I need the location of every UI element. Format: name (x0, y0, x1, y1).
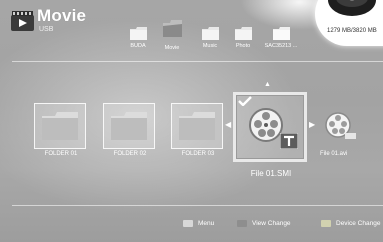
top-folder-label: SAC35213 ... (264, 43, 298, 49)
film-reel-icon (325, 112, 356, 139)
page-title: Movie (37, 6, 87, 25)
selected-file-tile[interactable] (233, 92, 307, 162)
footer-device-change[interactable]: Device Change (321, 220, 380, 227)
folder-tile-03[interactable] (171, 103, 225, 152)
storage-usage: 1279 MB/3820 MB (325, 27, 379, 35)
arrow-left-icon[interactable]: ◀ (225, 121, 231, 129)
file-label: File 01.avi (320, 151, 348, 157)
folder-tile-01[interactable] (34, 103, 88, 152)
top-folder-music[interactable]: Music (193, 27, 227, 49)
color-key-icon (237, 220, 247, 227)
folder-icon (129, 27, 147, 40)
top-divider (12, 61, 383, 62)
footer-label: View Change (252, 220, 291, 227)
folder-icon (179, 112, 215, 140)
top-folder-buda[interactable]: BUDA (121, 27, 155, 49)
folder-icon (234, 27, 252, 40)
folder-label: FOLDER 02 (113, 151, 147, 157)
selected-file-label: File 01.SMI (250, 169, 292, 178)
folder-icon (201, 27, 219, 40)
menu-key-icon (183, 220, 193, 227)
arrow-right-icon[interactable]: ▶ (309, 121, 315, 129)
media-browser-screen: Movie USB BUDA Movie Music Photo SAC3521… (0, 0, 383, 242)
bottom-divider (12, 205, 383, 206)
footer-menu[interactable]: Menu (183, 220, 214, 227)
checkmark-icon (238, 96, 252, 106)
folder-icon (162, 20, 182, 37)
footer-label: Device Change (336, 220, 381, 227)
file-tile-avi[interactable] (318, 107, 362, 147)
top-folder-label: Music (202, 43, 218, 49)
folder-label: FOLDER 01 (44, 151, 78, 157)
folder-icon (272, 27, 290, 40)
top-folder-movie[interactable]: Movie (155, 20, 189, 51)
top-folder-label: Photo (235, 43, 251, 49)
film-icon (11, 11, 34, 31)
folder-icon (111, 112, 147, 140)
device-subtitle: USB (39, 26, 54, 33)
disk-icon (328, 0, 376, 16)
folder-label: FOLDER 03 (181, 151, 215, 157)
folder-icon (42, 112, 78, 140)
arrow-up-icon[interactable]: ▲ (264, 81, 271, 88)
folder-tile-frame (103, 103, 155, 149)
top-folder-label: BUDA (130, 43, 146, 49)
folder-tile-02[interactable] (103, 103, 157, 152)
top-folder-label: Movie (164, 45, 180, 51)
color-key-icon (321, 220, 331, 227)
footer-label: Menu (198, 220, 215, 227)
folder-tile-frame (171, 103, 223, 149)
top-folder-sac35213[interactable]: SAC35213 ... (259, 27, 303, 49)
subtitle-text-icon (280, 133, 298, 149)
folder-tile-frame (34, 103, 86, 149)
top-folder-photo[interactable]: Photo (226, 27, 260, 49)
footer-view-change[interactable]: View Change (237, 220, 291, 227)
corner-glow (240, 0, 325, 30)
